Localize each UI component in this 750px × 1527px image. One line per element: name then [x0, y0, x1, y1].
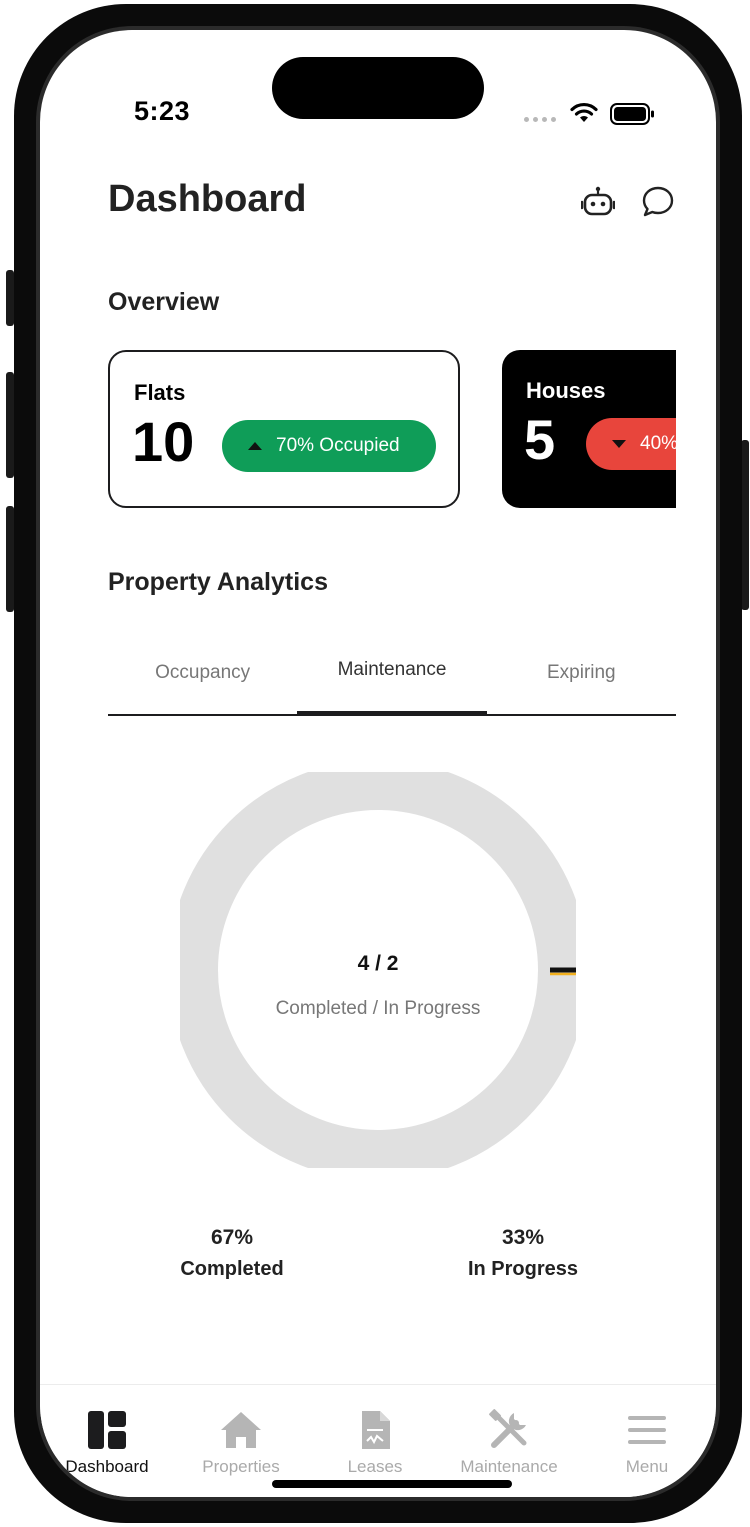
home-icon: [174, 1409, 308, 1451]
nav-maintenance[interactable]: Maintenance: [442, 1409, 576, 1477]
legend-label: In Progress: [467, 1258, 579, 1280]
nav-label: Dashboard: [65, 1457, 149, 1476]
legend-pct: 33%: [501, 1226, 545, 1249]
legend-in-progress: 33% In Progress: [423, 1226, 623, 1281]
badge-text: 40%: [640, 433, 676, 454]
document-icon: [308, 1409, 442, 1451]
nav-dashboard[interactable]: Dashboard: [40, 1409, 174, 1477]
nav-leases[interactable]: Leases: [308, 1409, 442, 1477]
trend-down-icon: [612, 440, 626, 448]
tab-expiring[interactable]: Expiring: [487, 644, 676, 714]
occupancy-badge: 70% Occupied: [222, 420, 436, 472]
volume-up-button: [6, 372, 14, 478]
overview-carousel[interactable]: Flats 10 70% Occupied Houses 5 40%: [108, 350, 676, 510]
phone-screen: 5:23 Dashboard Overview Flats 10 70% Occ…: [40, 30, 716, 1497]
page-title: Dashboard: [108, 178, 307, 220]
menu-icon: [580, 1409, 714, 1451]
card-label: Flats: [134, 380, 186, 405]
legend-completed: 67% Completed: [132, 1226, 332, 1281]
assistant-bot-icon[interactable]: [578, 182, 618, 222]
trend-up-icon: [248, 442, 262, 450]
dynamic-island: [272, 57, 484, 119]
status-time: 5:23: [134, 96, 191, 126]
analytics-title: Property Analytics: [108, 568, 328, 596]
legend-pct: 67%: [210, 1226, 254, 1249]
home-indicator: [272, 1480, 512, 1488]
badge-text: 70% Occupied: [276, 435, 400, 456]
mute-switch: [6, 270, 14, 326]
analytics-tabs: Occupancy Maintenance Expiring: [108, 644, 676, 716]
card-count: 5: [524, 408, 556, 471]
overview-title: Overview: [108, 288, 220, 316]
dashboard-icon: [40, 1409, 174, 1451]
tab-occupancy[interactable]: Occupancy: [108, 644, 297, 714]
nav-properties[interactable]: Properties: [174, 1409, 308, 1477]
nav-label: Maintenance: [460, 1457, 558, 1476]
tools-icon: [442, 1409, 576, 1451]
nav-label: Menu: [625, 1457, 669, 1476]
flats-card[interactable]: Flats 10 70% Occupied: [108, 350, 460, 508]
power-button: [741, 440, 749, 610]
card-label: Houses: [526, 378, 606, 403]
wifi-icon: [570, 102, 598, 122]
donut-value: 4 / 2: [357, 952, 399, 975]
battery-icon: [610, 103, 654, 125]
volume-down-button: [6, 506, 14, 612]
nav-label: Properties: [202, 1457, 280, 1476]
tab-maintenance[interactable]: Maintenance: [297, 644, 487, 716]
nav-menu[interactable]: Menu: [580, 1409, 714, 1477]
nav-label: Leases: [347, 1457, 403, 1476]
legend-label: Completed: [180, 1258, 284, 1280]
donut-caption: Completed / In Progress: [275, 998, 481, 1019]
card-count: 10: [132, 410, 195, 473]
chat-icon[interactable]: [638, 182, 678, 222]
houses-card[interactable]: Houses 5 40%: [502, 350, 676, 508]
occupancy-badge: 40%: [586, 418, 676, 470]
cellular-signal-icon: [524, 117, 556, 122]
